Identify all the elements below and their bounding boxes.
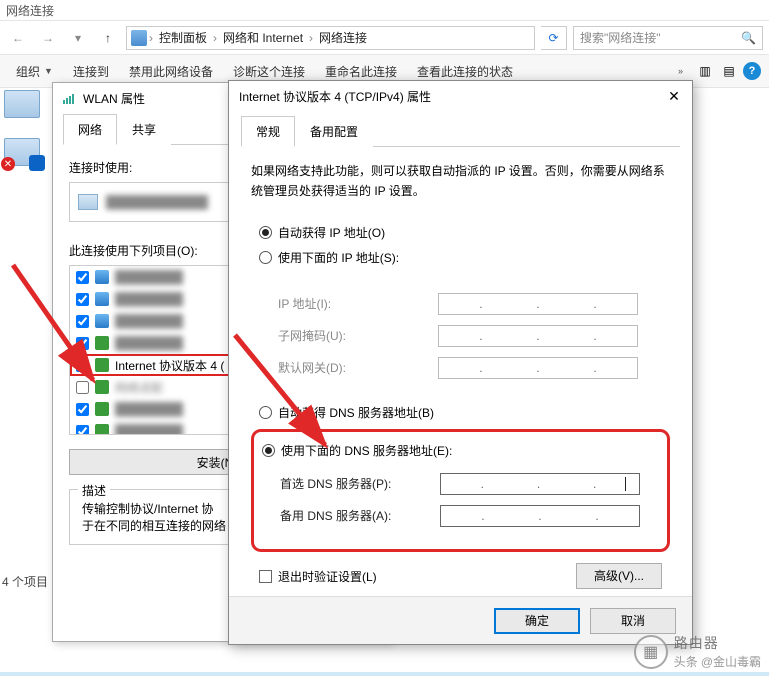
ipv4-tabs: 常规 备用配置 xyxy=(241,115,680,147)
item-checkbox[interactable] xyxy=(76,337,89,350)
adapter-list xyxy=(4,90,48,186)
adapter-bluetooth-icon xyxy=(4,138,40,166)
client-icon xyxy=(95,270,109,284)
radio-auto-dns[interactable]: 自动获得 DNS 服务器地址(B) xyxy=(251,400,670,425)
protocol-icon xyxy=(95,424,109,435)
preview-pane-icon[interactable]: ▤ xyxy=(719,61,739,81)
adapter-item[interactable] xyxy=(4,90,48,118)
protocol-icon xyxy=(95,380,109,394)
item-checkbox[interactable] xyxy=(76,271,89,284)
refresh-button[interactable]: ⟳ xyxy=(541,26,567,50)
description-legend: 描述 xyxy=(78,482,110,499)
help-icon[interactable]: ? xyxy=(743,62,761,80)
close-button[interactable]: ✕ xyxy=(666,88,682,104)
subnet-mask-label: 子网掩码(U): xyxy=(278,327,438,344)
breadcrumb-seg[interactable]: 控制面板 xyxy=(155,29,211,46)
item-checkbox[interactable] xyxy=(76,425,89,436)
ipv4-properties-dialog: Internet 协议版本 4 (TCP/IPv4) 属性 ✕ 常规 备用配置 … xyxy=(228,80,693,645)
protocol-icon xyxy=(95,402,109,416)
radio-icon xyxy=(259,226,272,239)
ip-address-input: ... xyxy=(438,293,638,315)
item-checkbox[interactable] xyxy=(76,381,89,394)
radio-icon xyxy=(259,251,272,264)
tab-general[interactable]: 常规 xyxy=(241,116,295,147)
gateway-input: ... xyxy=(438,357,638,379)
tab-network[interactable]: 网络 xyxy=(63,114,117,145)
item-checkbox[interactable] xyxy=(76,403,89,416)
breadcrumb-seg[interactable]: 网络和 Internet xyxy=(219,29,307,46)
window-title: 网络连接 xyxy=(6,2,54,19)
info-text: 如果网络支持此功能，则可以获取自动指派的 IP 设置。否则，你需要从网络系统管理… xyxy=(251,161,670,202)
watermark-icon: ▦ xyxy=(634,635,668,669)
wlan-title: WLAN 属性 xyxy=(83,90,145,107)
ip-address-label: IP 地址(I): xyxy=(278,295,438,312)
search-icon: 🔍 xyxy=(741,31,756,45)
item-checkbox[interactable] xyxy=(76,359,89,372)
radio-icon xyxy=(262,444,275,457)
window-titlebar: 网络连接 xyxy=(0,0,769,20)
tab-alternate[interactable]: 备用配置 xyxy=(295,116,373,147)
ok-button[interactable]: 确定 xyxy=(494,608,580,634)
more-button[interactable]: » xyxy=(670,62,691,80)
radio-icon xyxy=(259,406,272,419)
checkbox-icon xyxy=(259,570,272,583)
view-icon[interactable]: ▥ xyxy=(695,61,715,81)
preferred-dns-label: 首选 DNS 服务器(P): xyxy=(280,475,440,492)
radio-use-ip[interactable]: 使用下面的 IP 地址(S): xyxy=(251,245,670,270)
recent-dropdown[interactable]: ▾ xyxy=(66,26,90,50)
protocol-icon xyxy=(95,358,109,372)
radio-use-dns[interactable]: 使用下面的 DNS 服务器地址(E): xyxy=(262,438,659,463)
adapter-icon xyxy=(4,90,40,118)
subnet-mask-input: ... xyxy=(438,325,638,347)
ip-radio-group: 自动获得 IP 地址(O) 使用下面的 IP 地址(S): xyxy=(251,220,670,270)
connect-to-button[interactable]: 连接到 xyxy=(65,59,117,84)
address-bar-row: ← → ▾ ↑ › 控制面板 › 网络和 Internet › 网络连接 ⟳ 搜… xyxy=(0,20,769,54)
search-placeholder: 搜索"网络连接" xyxy=(580,29,661,46)
wifi-icon xyxy=(63,91,77,105)
item-count: 4 个项目 xyxy=(2,573,48,590)
dns-highlight-frame: 使用下面的 DNS 服务器地址(E): 首选 DNS 服务器(P):... 备用… xyxy=(251,429,670,552)
ipv4-title: Internet 协议版本 4 (TCP/IPv4) 属性 xyxy=(239,88,431,105)
item-checkbox[interactable] xyxy=(76,293,89,306)
control-panel-icon xyxy=(131,30,147,46)
breadcrumb[interactable]: › 控制面板 › 网络和 Internet › 网络连接 xyxy=(126,26,535,50)
item-label: Internet 协议版本 4 ( xyxy=(115,357,224,374)
breadcrumb-seg[interactable]: 网络连接 xyxy=(315,29,371,46)
search-input[interactable]: 搜索"网络连接" 🔍 xyxy=(573,26,763,50)
forward-button: → xyxy=(36,26,60,50)
up-button[interactable]: ↑ xyxy=(96,26,120,50)
service-icon xyxy=(95,314,109,328)
item-checkbox[interactable] xyxy=(76,315,89,328)
gateway-label: 默认网关(D): xyxy=(278,359,438,376)
watermark-brand: 路由器 xyxy=(674,633,761,653)
adapter-name: ████████████ xyxy=(106,195,208,209)
cancel-button[interactable]: 取消 xyxy=(590,608,676,634)
alternate-dns-input[interactable]: ... xyxy=(440,505,640,527)
ip-fields: IP 地址(I):... 子网掩码(U):... 默认网关(D):... xyxy=(251,280,670,400)
adapter-item[interactable] xyxy=(4,138,48,166)
tab-share[interactable]: 共享 xyxy=(117,114,171,145)
preferred-dns-input[interactable]: ... xyxy=(440,473,640,495)
advanced-button[interactable]: 高级(V)... xyxy=(576,563,662,589)
dialog-footer: 确定 取消 xyxy=(229,596,692,644)
taskbar-hint xyxy=(0,672,769,676)
ipv4-titlebar: Internet 协议版本 4 (TCP/IPv4) 属性 ✕ xyxy=(229,81,692,111)
protocol-icon xyxy=(95,336,109,350)
chevron-right-icon: › xyxy=(213,31,217,45)
disable-device-button[interactable]: 禁用此网络设备 xyxy=(121,59,221,84)
alternate-dns-label: 备用 DNS 服务器(A): xyxy=(280,507,440,524)
chevron-right-icon: › xyxy=(149,31,153,45)
service-icon xyxy=(95,292,109,306)
back-button[interactable]: ← xyxy=(6,26,30,50)
chevron-down-icon: ▼ xyxy=(44,66,53,76)
chevron-right-icon: › xyxy=(309,31,313,45)
nic-icon xyxy=(78,194,98,210)
radio-auto-ip[interactable]: 自动获得 IP 地址(O) xyxy=(251,220,670,245)
organize-button[interactable]: 组织▼ xyxy=(8,59,61,84)
watermark: ▦ 路由器 头条 @金山毒霸 xyxy=(634,633,761,670)
